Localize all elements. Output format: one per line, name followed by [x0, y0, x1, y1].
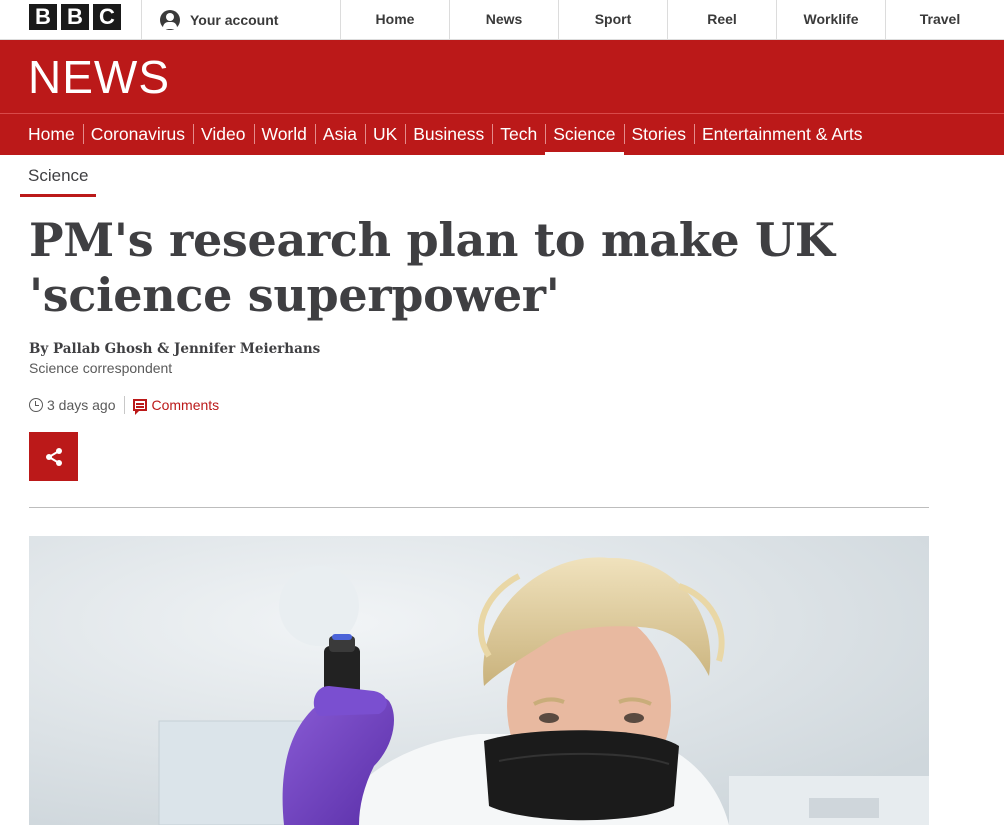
section-nav-uk[interactable]: UK — [364, 114, 405, 155]
subsection-underline — [20, 194, 97, 197]
account-link[interactable]: Your account — [160, 0, 278, 39]
top-nav-travel[interactable]: Travel — [885, 0, 994, 39]
section-nav-tech[interactable]: Tech — [492, 114, 545, 155]
clock-icon — [29, 398, 43, 412]
comments-link[interactable]: Comments — [152, 397, 220, 413]
top-nav-worklife[interactable]: Worklife — [776, 0, 885, 39]
bbc-logo-letter: B — [61, 4, 89, 30]
account-label: Your account — [190, 11, 279, 28]
subsection-label: Science — [28, 166, 89, 185]
section-nav-video[interactable]: Video — [193, 114, 253, 155]
section-nav-world[interactable]: World — [253, 114, 315, 155]
section-nav-coronavirus[interactable]: Coronavirus — [82, 114, 193, 155]
comments-icon[interactable] — [132, 399, 147, 415]
section-nav-entertainment-arts[interactable]: Entertainment & Arts — [693, 114, 871, 155]
top-nav-reel[interactable]: Reel — [667, 0, 776, 39]
subsection-tab[interactable]: Science — [20, 160, 97, 197]
byline: By Pallab Ghosh & Jennifer Meierhans — [29, 341, 321, 357]
section-nav-science[interactable]: Science — [545, 114, 624, 156]
news-banner: NEWS — [0, 40, 1004, 113]
section-nav-stories[interactable]: Stories — [623, 114, 694, 155]
section-nav: Home Coronavirus Video World Asia UK Bus… — [0, 113, 1004, 156]
headline-line-1: PM's research plan to make UK — [29, 213, 835, 267]
user-circle-icon — [160, 9, 180, 30]
headline-line-2: 'science superpower' — [29, 268, 560, 322]
topbar-divider — [141, 0, 142, 39]
top-bar: B B C Your account Home News Sport Reel … — [0, 0, 1004, 40]
section-nav-business[interactable]: Business — [405, 114, 492, 155]
top-nav-sport[interactable]: Sport — [558, 0, 667, 39]
top-nav: Home News Sport Reel Worklife Travel — [340, 0, 994, 39]
bbc-logo-letter: B — [29, 4, 57, 30]
section-nav-list: Home Coronavirus Video World Asia UK Bus… — [20, 114, 871, 156]
share-button[interactable] — [29, 432, 78, 481]
top-nav-home[interactable]: Home — [340, 0, 449, 39]
article-headline: PM's research plan to make UK 'science s… — [29, 213, 889, 323]
top-nav-news[interactable]: News — [449, 0, 558, 39]
timestamp: 3 days ago — [47, 397, 116, 413]
share-icon — [45, 447, 62, 466]
hero-image — [29, 536, 929, 825]
byline-role: Science correspondent — [29, 360, 173, 376]
content-divider — [29, 507, 929, 508]
meta-divider — [123, 396, 125, 414]
section-nav-asia[interactable]: Asia — [314, 114, 365, 155]
news-wordmark[interactable]: NEWS — [28, 54, 170, 100]
bbc-logo-letter: C — [93, 4, 121, 30]
article-meta: 3 days ago Comments — [29, 395, 219, 415]
hero-photo-illustration — [29, 536, 929, 825]
section-nav-home[interactable]: Home — [20, 114, 83, 155]
bbc-logo[interactable]: B B C — [29, 4, 121, 30]
